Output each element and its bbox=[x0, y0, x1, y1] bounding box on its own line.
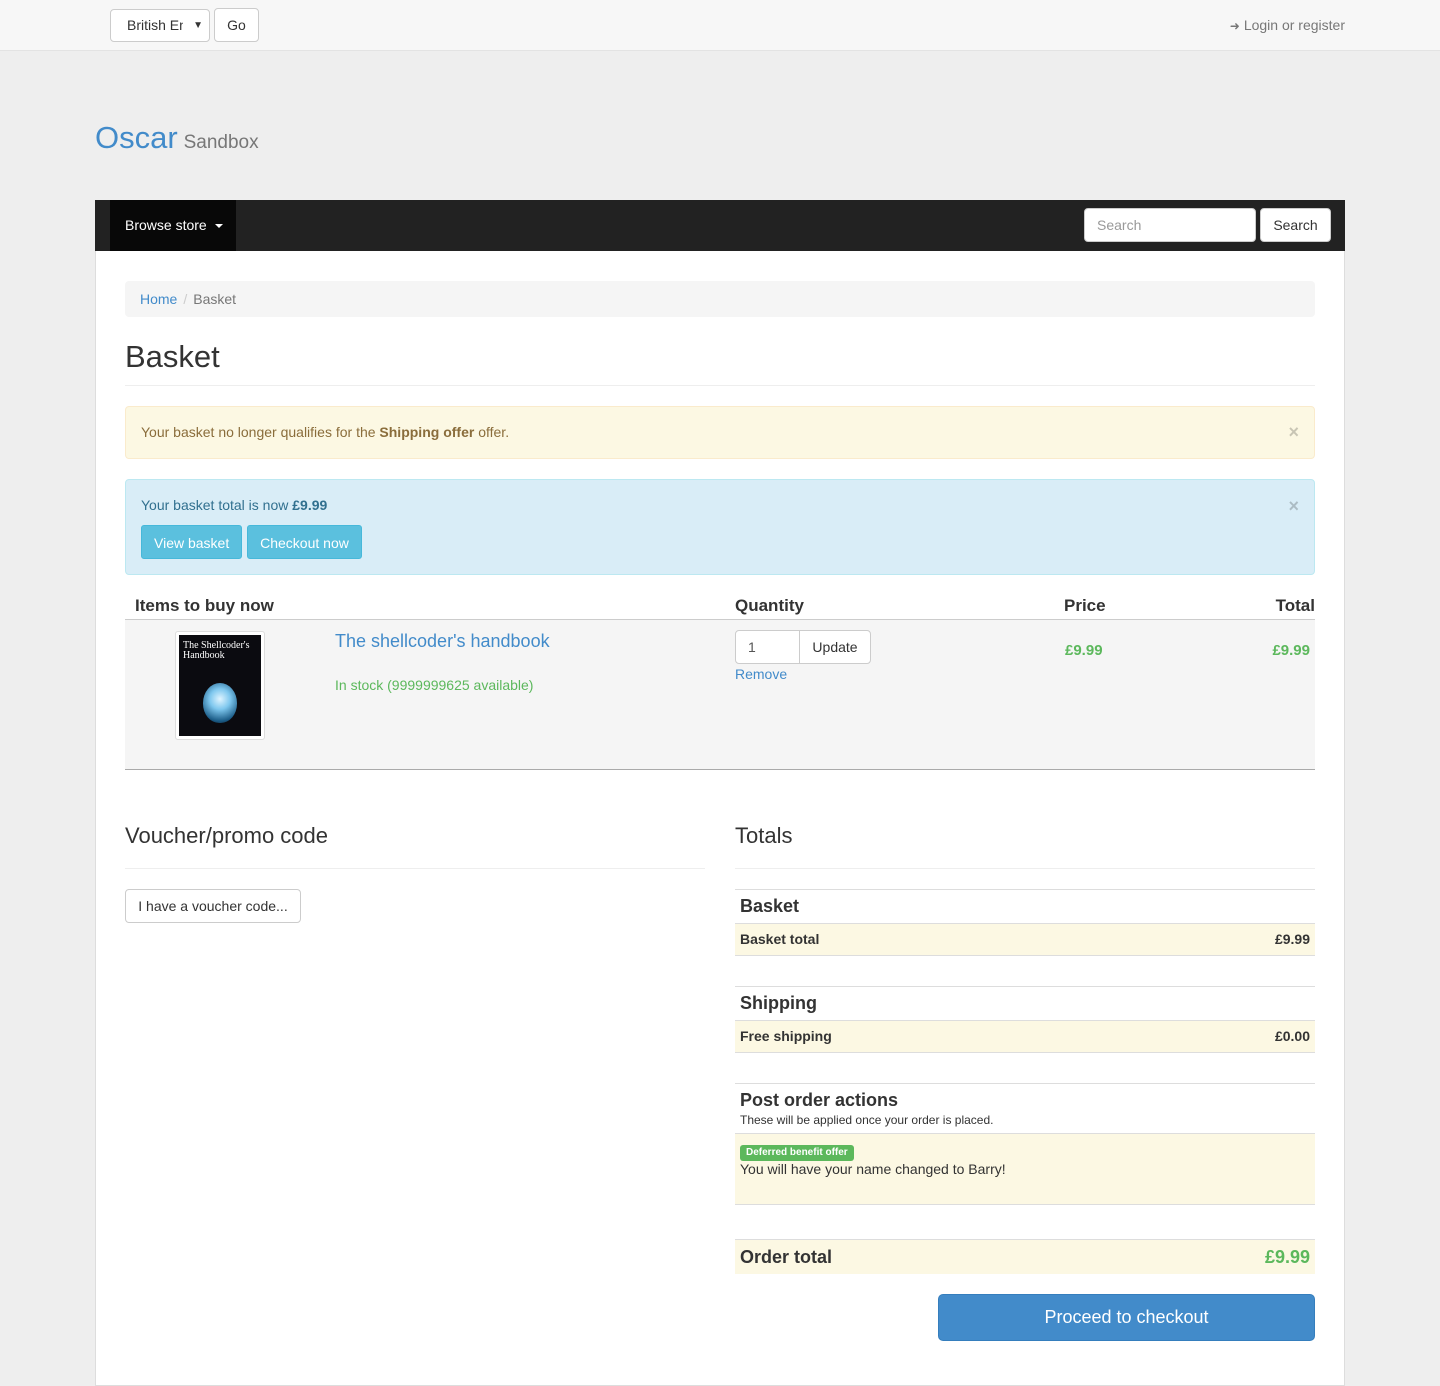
post-order-actions-section: Post order actions These will be applied… bbox=[735, 1083, 1315, 1205]
order-total-row: Order total £9.99 bbox=[735, 1239, 1315, 1274]
totals-divider bbox=[735, 868, 1315, 869]
line-price: £9.99 bbox=[1065, 642, 1103, 659]
view-basket-button[interactable]: View basket bbox=[141, 525, 243, 559]
offer-warning-alert: Your basket no longer qualifies for the … bbox=[125, 406, 1315, 459]
basket-total-label: Basket total bbox=[740, 931, 820, 947]
caret-down-icon bbox=[214, 224, 223, 229]
voucher-code-button[interactable]: I have a voucher code... bbox=[125, 889, 301, 923]
basket-line-row: The Shellcoder's Handbook The shellcoder… bbox=[125, 620, 1315, 770]
site-brand[interactable]: Oscar Sandbox bbox=[95, 120, 259, 156]
order-total-section: Order total £9.99 bbox=[735, 1239, 1315, 1274]
voucher-heading: Voucher/promo code bbox=[125, 823, 329, 848]
shipping-method-label: Free shipping bbox=[740, 1028, 832, 1044]
chevron-down-icon: ▼ bbox=[193, 20, 203, 31]
top-bar: British English ▼ Go ➜Login or register bbox=[0, 0, 1440, 51]
deferred-benefit-badge: Deferred benefit offer bbox=[740, 1145, 854, 1161]
search-input[interactable] bbox=[1084, 208, 1256, 242]
info-basket-total: £9.99 bbox=[292, 497, 328, 513]
quantity-input[interactable]: 1 bbox=[735, 630, 800, 664]
breadcrumb-home-link[interactable]: Home bbox=[140, 291, 177, 307]
post-order-action-row: Deferred benefit offer You will have you… bbox=[735, 1133, 1315, 1205]
shipping-row: Free shipping £0.00 bbox=[735, 1020, 1315, 1053]
breadcrumb: Home / Basket bbox=[125, 281, 1315, 317]
totals-heading: Totals bbox=[735, 823, 793, 848]
close-icon[interactable]: × bbox=[1288, 407, 1299, 458]
voucher-divider bbox=[125, 868, 705, 869]
search-button[interactable]: Search bbox=[1260, 208, 1331, 242]
warning-text-suffix: offer. bbox=[474, 424, 510, 440]
breadcrumb-current: Basket bbox=[193, 291, 237, 307]
title-divider bbox=[125, 385, 1315, 386]
shipping-amount: £0.00 bbox=[1274, 1028, 1310, 1044]
product-title-link[interactable]: The shellcoder's handbook bbox=[335, 631, 550, 652]
login-register-link[interactable]: ➜ Login or register bbox=[1230, 17, 1345, 33]
language-selected-value: British English bbox=[127, 17, 183, 33]
order-total-label: Order total bbox=[740, 1247, 833, 1267]
warning-offer-name: Shipping offer bbox=[379, 424, 475, 440]
basket-totals-section: Basket Basket total £9.99 bbox=[735, 889, 1315, 956]
basket-total-amount: £9.99 bbox=[1274, 931, 1310, 947]
line-total: £9.99 bbox=[1272, 642, 1310, 659]
remove-line-link[interactable]: Remove bbox=[735, 666, 787, 682]
shipping-totals-section: Shipping Free shipping £0.00 bbox=[735, 986, 1315, 1053]
page-title: Basket bbox=[125, 339, 220, 374]
language-select[interactable]: British English ▼ bbox=[110, 9, 210, 42]
column-header-items: Items to buy now bbox=[135, 596, 274, 615]
product-thumbnail[interactable]: The Shellcoder's Handbook bbox=[175, 631, 265, 740]
book-cover-egg-graphic bbox=[203, 683, 237, 723]
login-icon: ➜ bbox=[1229, 19, 1240, 33]
language-go-button[interactable]: Go bbox=[214, 8, 259, 42]
book-cover-title: The Shellcoder's Handbook bbox=[183, 640, 250, 661]
column-header-price: Price bbox=[1064, 596, 1106, 615]
proceed-to-checkout-button[interactable]: Proceed to checkout bbox=[938, 1294, 1315, 1341]
close-icon[interactable]: × bbox=[1288, 496, 1299, 516]
post-order-message: You will have your name changed to Barry… bbox=[740, 1161, 1006, 1177]
content-panel: Home / Basket Basket Your basket no longer… bbox=[95, 251, 1345, 1386]
warning-text-prefix: Your basket no longer qualifies for the bbox=[141, 424, 380, 440]
order-total-amount: £9.99 bbox=[1264, 1247, 1310, 1267]
basket-subheading: Basket bbox=[735, 889, 1315, 923]
browse-store-dropdown[interactable]: Browse store bbox=[110, 200, 236, 251]
post-order-note: These will be applied once your order is… bbox=[740, 1113, 994, 1127]
stock-status: In stock (9999999625 available) bbox=[335, 677, 534, 693]
post-order-subheading: Post order actions bbox=[735, 1083, 1315, 1113]
book-cover-image: The Shellcoder's Handbook bbox=[179, 635, 261, 736]
login-label: Login or register bbox=[1243, 17, 1345, 33]
brand-name: Oscar bbox=[95, 120, 178, 155]
main-navbar: Browse store Search bbox=[95, 200, 1345, 251]
shipping-subheading: Shipping bbox=[735, 986, 1315, 1020]
breadcrumb-separator: / bbox=[183, 291, 188, 307]
column-header-quantity: Quantity bbox=[735, 596, 804, 615]
basket-total-alert: Your basket total is now £9.99 View bask… bbox=[125, 479, 1315, 575]
browse-store-label: Browse store bbox=[125, 217, 207, 233]
basket-total-row: Basket total £9.99 bbox=[735, 923, 1315, 956]
column-header-total: Total bbox=[1275, 596, 1315, 615]
update-quantity-button[interactable]: Update bbox=[799, 630, 871, 664]
info-text-prefix: Your basket total is now bbox=[141, 497, 293, 513]
brand-tagline: Sandbox bbox=[183, 132, 259, 153]
checkout-now-button[interactable]: Checkout now bbox=[247, 525, 362, 559]
